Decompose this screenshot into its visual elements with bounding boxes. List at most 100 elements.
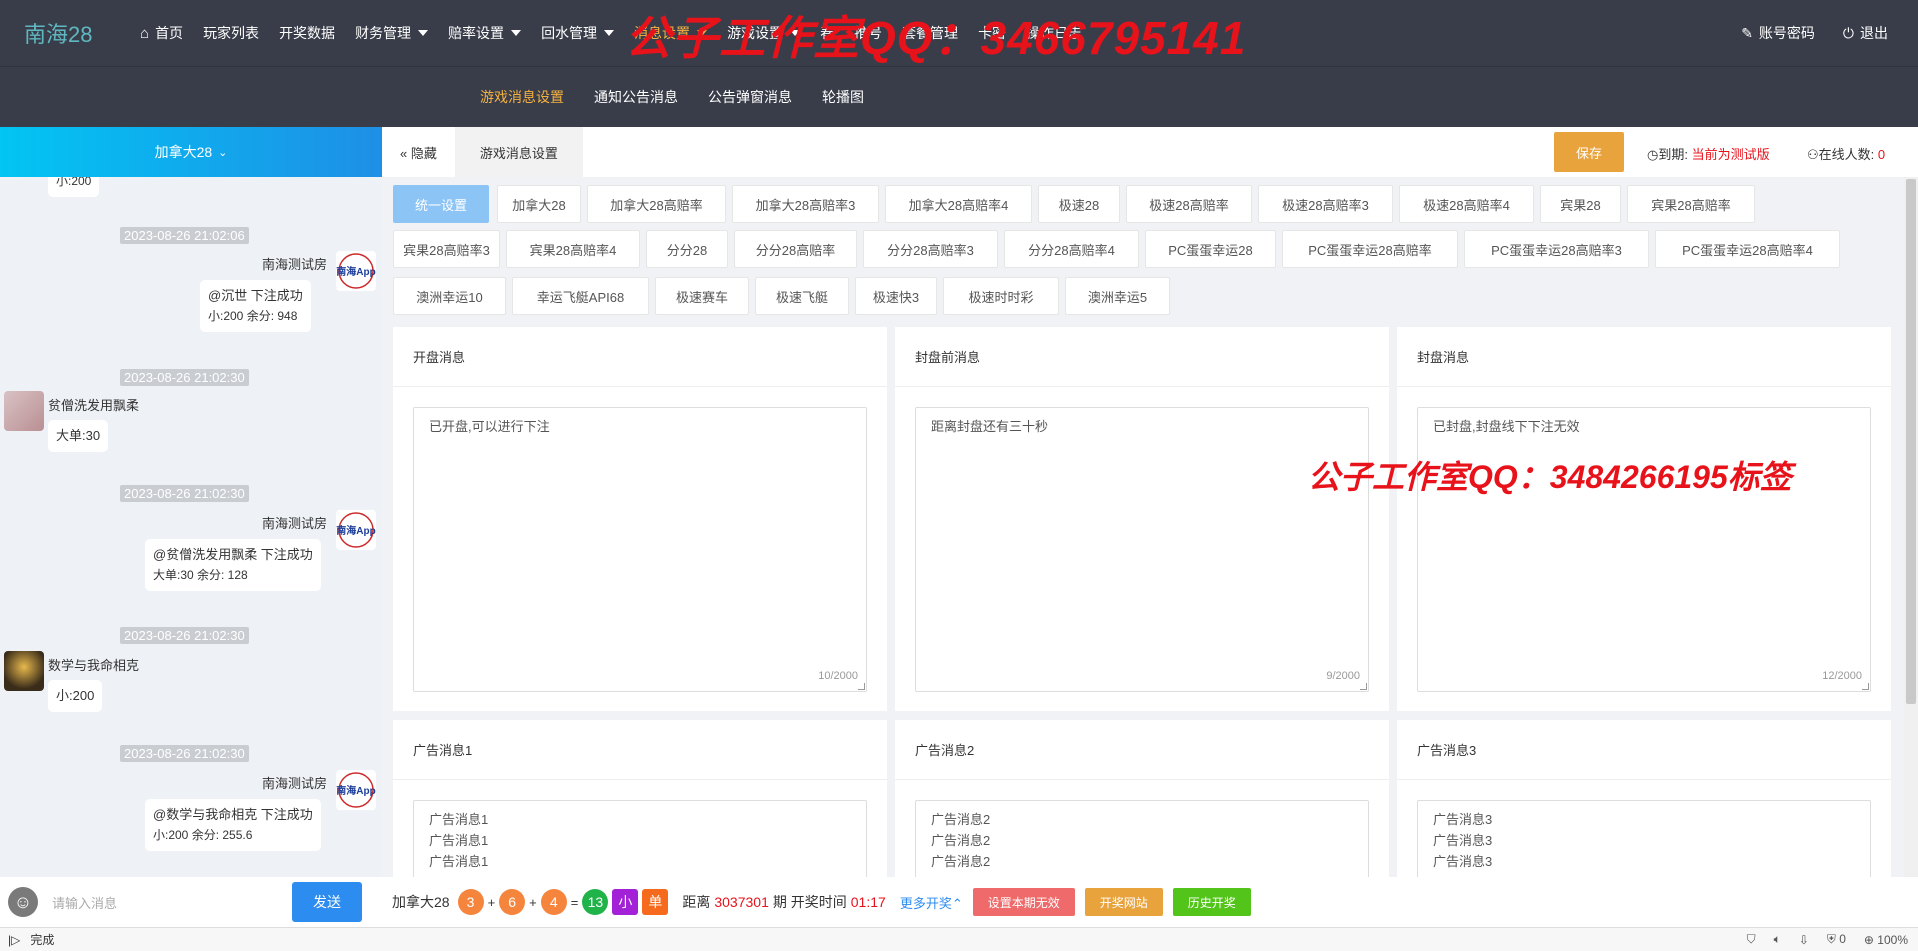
panel-toggle-icon[interactable]: |▷ — [8, 933, 20, 947]
hide-panel-button[interactable]: « 隐藏 — [382, 143, 455, 162]
account-password-label: 账号密码 — [1758, 25, 1815, 41]
game-tag[interactable]: 加拿大28高赔率3 — [732, 185, 879, 223]
account-password-link[interactable]: ✎ 账号密码 — [1727, 0, 1829, 66]
game-tag[interactable]: 极速飞艇 — [755, 277, 849, 315]
nav-finance[interactable]: 财务管理 — [345, 0, 438, 66]
card-title: 封盘前消息 — [895, 327, 1389, 387]
period-number: 3037301 — [714, 894, 769, 910]
resize-handle[interactable] — [858, 683, 865, 690]
security-badge[interactable]: ⛨ 0 — [1827, 932, 1846, 947]
content-scrollbar[interactable] — [1904, 177, 1918, 927]
nav-draw-data[interactable]: 开奖数据 — [269, 0, 345, 66]
save-button[interactable]: 保存 — [1554, 132, 1624, 172]
status-icons: ⛉ 🔈︎ ⇩ ⛨ 0 ⊕ 100% — [1747, 932, 1908, 947]
clock-icon: ◷ — [1647, 147, 1659, 162]
nav-game-settings-label: 游戏设置 — [727, 25, 784, 41]
send-button[interactable]: 发送 — [292, 882, 362, 922]
game-tag[interactable]: 极速28 — [1038, 185, 1120, 223]
game-tag[interactable]: 极速赛车 — [655, 277, 749, 315]
subnav-popup[interactable]: 公告弹窗消息 — [708, 87, 792, 107]
game-tag[interactable]: 宾果28高赔率 — [1627, 185, 1755, 223]
game-tag[interactable]: PC蛋蛋幸运28高赔率3 — [1464, 230, 1649, 268]
pre-close-message-textarea[interactable]: 距离封盘还有三十秒 9/2000 — [915, 407, 1369, 692]
room-selector[interactable]: 加拿大28 ⌄ — [0, 127, 382, 177]
top-navbar: 南海28 ⌂ 首页 玩家列表 开奖数据 财务管理 赔率设置 回水管理 消息设置 游… — [0, 0, 1918, 66]
watermark-mid: 公子工作室QQ：3484266195标签 — [1308, 459, 1792, 495]
app-logo[interactable]: 南海28 — [0, 17, 115, 49]
draw-website-button[interactable]: 开奖网站 — [1084, 888, 1163, 916]
game-tag[interactable]: 极速28高赔率4 — [1399, 185, 1534, 223]
message-sender: 南海测试房 — [262, 257, 328, 272]
nav-logs[interactable]: 操作日志 — [1016, 0, 1092, 66]
game-tag[interactable]: 宾果28 — [1540, 185, 1621, 223]
card-close-message: 封盘消息 已封盘,封盘线下下注无效 12/2000 — [1397, 327, 1891, 711]
nav-item-9[interactable]: 春 — [810, 0, 844, 66]
caret-down-icon — [790, 30, 801, 36]
logout-link[interactable]: ⏻ 退出 — [1829, 0, 1902, 66]
game-tag[interactable]: 加拿大28高赔率 — [587, 185, 726, 223]
zoom-level: 100% — [1877, 932, 1908, 947]
open-message-textarea[interactable]: 已开盘,可以进行下注 10/2000 — [413, 407, 867, 692]
zoom-control[interactable]: ⊕ 100% — [1864, 933, 1908, 947]
speaker-icon[interactable]: 🔈︎ — [1774, 932, 1781, 947]
resize-handle[interactable] — [1360, 683, 1367, 690]
subnav-game-messages[interactable]: 游戏消息设置 — [480, 87, 564, 107]
invalidate-period-button[interactable]: 设置本期无效 — [972, 888, 1075, 916]
emoji-icon[interactable]: ☺ — [8, 887, 38, 917]
app-avatar: 南海App — [336, 510, 376, 550]
game-tag[interactable]: 分分28高赔率3 — [863, 230, 998, 268]
user-icon: ⚇ — [1807, 147, 1819, 162]
game-tag[interactable]: 极速28高赔率3 — [1258, 185, 1393, 223]
game-tag[interactable]: 分分28 — [646, 230, 728, 268]
nav-item-10[interactable]: 推号 — [844, 0, 892, 66]
chat-bubble: @贫僧洗发用飘柔 下注成功 大单:30 余分: 128 — [145, 539, 321, 591]
download-icon[interactable]: ⇩ — [1799, 933, 1809, 947]
nav-packages[interactable]: 套餐管理 — [892, 0, 968, 66]
nav-rebate[interactable]: 回水管理 — [531, 0, 624, 66]
resize-handle[interactable] — [1862, 683, 1869, 690]
game-tag[interactable]: 统一设置 — [393, 185, 489, 223]
close-message-textarea[interactable]: 已封盘,封盘线下下注无效 12/2000 — [1417, 407, 1871, 692]
draw-result-bar: 加拿大28 3 + 6 + 4 = 13 小 单 距离 3037301 期 开奖… — [382, 877, 1918, 927]
game-tag[interactable]: 加拿大28 — [497, 185, 581, 223]
game-tag[interactable]: 澳洲幸运5 — [1065, 277, 1170, 315]
card-title: 封盘消息 — [1397, 327, 1891, 387]
game-tag[interactable]: 澳洲幸运10 — [393, 277, 506, 315]
draw-game-name: 加拿大28 — [392, 894, 450, 910]
app-badge-text: 南海App — [336, 265, 375, 278]
game-tag[interactable]: 宾果28高赔率4 — [506, 230, 640, 268]
game-tag[interactable]: 宾果28高赔率3 — [393, 230, 500, 268]
scrollbar-thumb[interactable] — [1906, 179, 1916, 704]
game-tag[interactable]: 加拿大28高赔率4 — [885, 185, 1032, 223]
draw-number: 6 — [499, 889, 526, 915]
more-draws-link[interactable]: 更多开奖⌃ — [900, 893, 963, 912]
nav-players[interactable]: 玩家列表 — [193, 0, 269, 66]
message-input[interactable]: 请输入消息 — [52, 893, 292, 912]
message-time: 2023-08-26 21:02:30 — [120, 745, 249, 762]
game-tag[interactable]: PC蛋蛋幸运28 — [1145, 230, 1276, 268]
game-tag[interactable]: 极速时时彩 — [943, 277, 1059, 315]
game-tag[interactable]: PC蛋蛋幸运28高赔率 — [1282, 230, 1458, 268]
game-tag[interactable]: PC蛋蛋幸运28高赔率4 — [1655, 230, 1840, 268]
game-tag[interactable]: 极速28高赔率 — [1126, 185, 1252, 223]
message-line: @数学与我命相克 下注成功 — [153, 807, 313, 822]
game-tag[interactable]: 分分28高赔率4 — [1004, 230, 1139, 268]
game-tag[interactable]: 极速快3 — [855, 277, 937, 315]
draw-history-button[interactable]: 历史开奖 — [1172, 888, 1251, 916]
nav-home[interactable]: ⌂ 首页 — [130, 0, 193, 66]
tab-game-messages[interactable]: 游戏消息设置 — [454, 127, 583, 177]
nav-game-settings[interactable]: 游戏设置 — [717, 0, 810, 66]
game-tag[interactable]: 分分28高赔率 — [734, 230, 857, 268]
content-toolbar: « 隐藏 游戏消息设置 保存 ◷到期: 当前为测试版 ⚇在线人数: 0 — [382, 127, 1918, 177]
game-tag[interactable]: 幸运飞艇API68 — [512, 277, 649, 315]
distance-label: 距离 — [682, 894, 711, 910]
nav-cards[interactable]: 卡密 — [968, 0, 1016, 66]
subnav-notice[interactable]: 通知公告消息 — [594, 87, 678, 107]
nav-odds[interactable]: 赔率设置 — [438, 0, 531, 66]
double-chevron-left-icon: « — [400, 145, 408, 161]
shield-icon[interactable]: ⛉ — [1747, 932, 1756, 947]
nav-messages[interactable]: 消息设置 — [624, 0, 717, 66]
subnav-carousel[interactable]: 轮播图 — [822, 87, 864, 107]
chat-messages[interactable]: 小:200 2023-08-26 21:02:06 南海测试房 南海App @沉… — [0, 177, 382, 877]
edit-icon: ✎ — [1741, 24, 1753, 41]
